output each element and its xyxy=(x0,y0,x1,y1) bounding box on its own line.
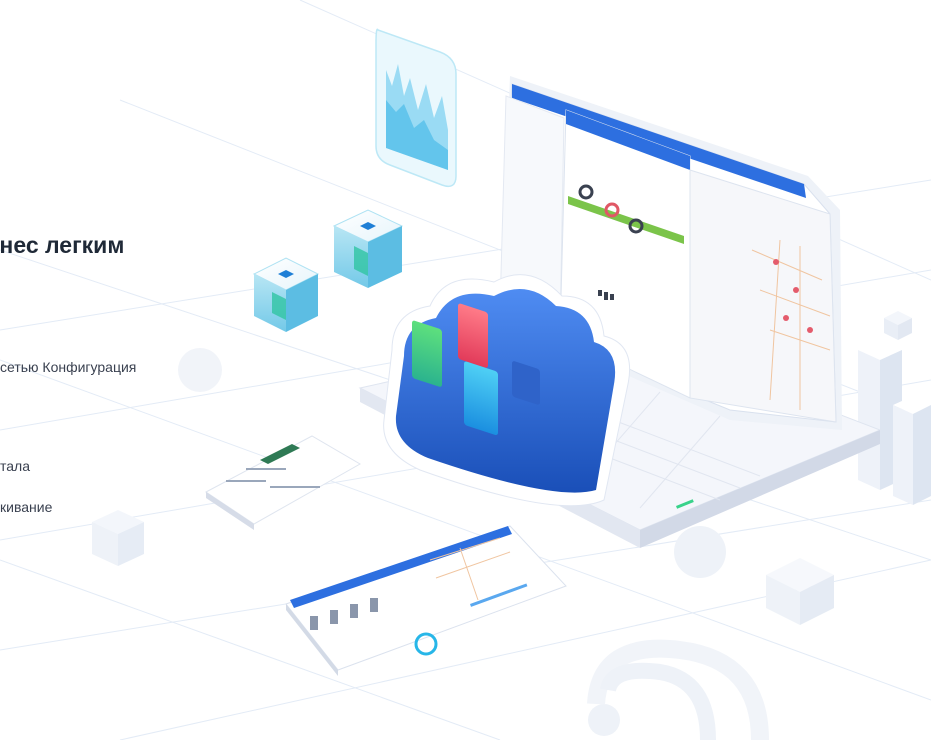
isometric-illustration xyxy=(0,0,931,740)
floating-chart-card xyxy=(375,28,457,188)
cloud-illustration xyxy=(383,274,631,507)
floor-cube-small xyxy=(884,311,912,340)
sphere-decoration-2 xyxy=(674,526,726,578)
feature-item-network: сетью Конфигурация xyxy=(0,359,137,375)
server-cube-small xyxy=(252,257,320,332)
sphere-decoration xyxy=(178,348,222,392)
server-cube-large xyxy=(332,209,404,288)
tablet-device xyxy=(285,525,567,676)
sphere-decoration-3 xyxy=(588,704,620,736)
floor-cube-right xyxy=(766,558,834,625)
feature-item-portal: тала xyxy=(0,458,30,474)
feature-item-service: кивание xyxy=(0,499,53,515)
page-headline: знес легким xyxy=(0,232,125,258)
floor-cube-left xyxy=(92,510,144,566)
wifi-icon xyxy=(587,639,769,740)
bar-column-2 xyxy=(893,396,931,505)
